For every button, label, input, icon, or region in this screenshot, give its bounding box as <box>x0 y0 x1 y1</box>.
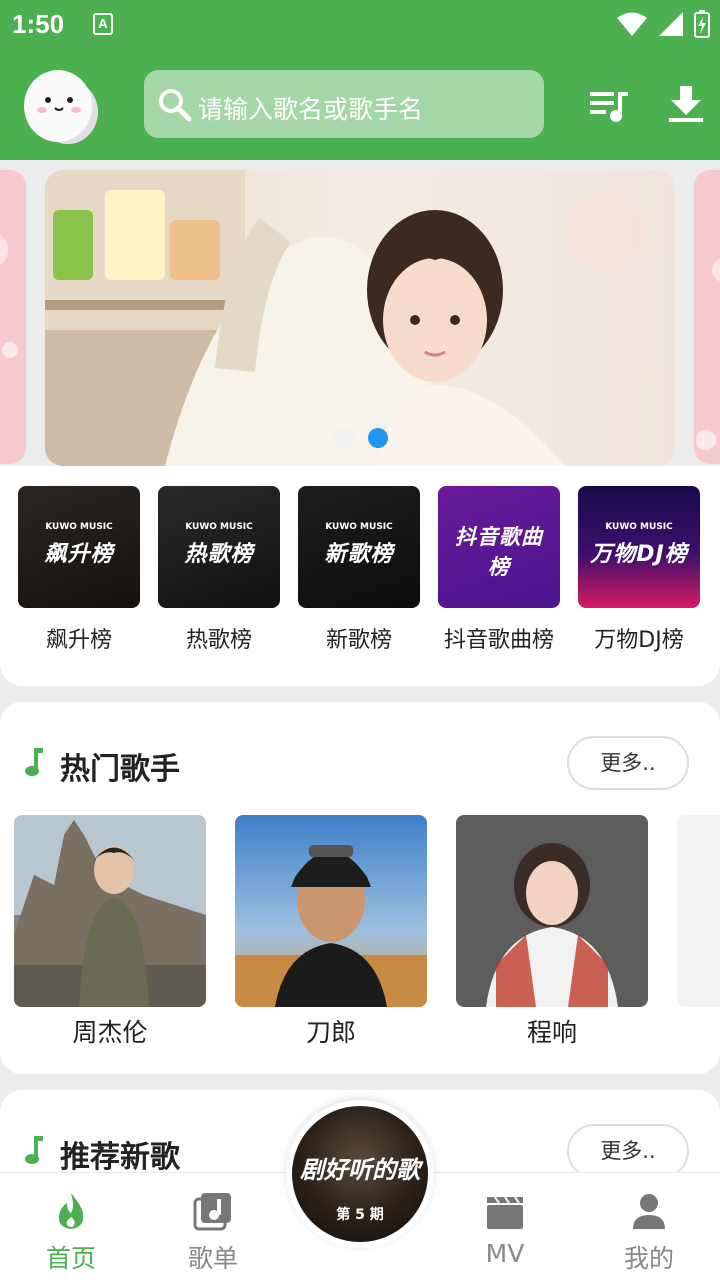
section-title: 推荐新歌 <box>60 1140 180 1175</box>
singer-photo <box>14 815 206 1007</box>
music-library-icon <box>193 1193 231 1231</box>
chart-cover-title: 万物DJ榜 <box>590 542 688 567</box>
chart-item-douyin[interactable]: 抖音歌曲榜 抖音歌曲榜 <box>438 486 560 654</box>
now-playing-episode: 第 5 期 <box>336 1207 384 1223</box>
chart-cover: KUWO MUSIC 热歌榜 <box>158 486 280 608</box>
banner-carousel[interactable] <box>0 160 720 470</box>
battery-icon <box>694 10 710 38</box>
music-note-icon <box>25 748 43 776</box>
banner-image[interactable] <box>45 170 675 466</box>
nav-mv[interactable]: MV <box>450 1191 560 1268</box>
music-note-icon <box>25 1136 43 1164</box>
banner-prev-card[interactable] <box>0 170 26 464</box>
singer-photo <box>235 815 427 1007</box>
hot-singers-section: 热门歌手 更多.. 周杰伦 刀郎 程响 <box>0 702 720 1074</box>
singer-name: 程响 <box>526 1018 577 1047</box>
search-icon <box>159 89 192 122</box>
now-playing-title: 剧好听的歌 <box>300 1156 420 1184</box>
notification-a-icon: A <box>93 13 113 35</box>
chart-cover: KUWO MUSIC 飙升榜 <box>18 486 140 608</box>
chart-label: 飙升榜 <box>45 628 112 653</box>
section-title: 热门歌手 <box>60 752 180 787</box>
nav-label: 我的 <box>623 1244 674 1273</box>
now-playing-cover: 剧好听的歌 第 5 期 <box>292 1106 428 1242</box>
more-button[interactable]: 更多.. <box>567 736 689 790</box>
singer-photo <box>456 815 648 1007</box>
singer-card[interactable]: 刀郎 <box>235 815 427 1049</box>
more-button[interactable]: 更多.. <box>567 1124 689 1178</box>
clapperboard-icon <box>487 1196 523 1229</box>
person-icon <box>633 1194 665 1229</box>
app-header: 1:50 A 请输入歌名或歌手名 <box>0 0 720 160</box>
chart-item-dj[interactable]: KUWO MUSIC 万物DJ榜 万物DJ榜 <box>578 486 700 654</box>
chart-cover: KUWO MUSIC 新歌榜 <box>298 486 420 608</box>
playlist-queue-icon[interactable] <box>588 84 632 128</box>
chart-item-hot[interactable]: KUWO MUSIC 热歌榜 热歌榜 <box>158 486 280 654</box>
nav-label: MV <box>485 1239 525 1268</box>
indicator-dot-active <box>368 428 388 448</box>
singer-card[interactable]: 周杰伦 <box>14 815 206 1049</box>
chart-cover: 抖音歌曲榜 <box>438 486 560 608</box>
singer-name: 周杰伦 <box>72 1018 148 1047</box>
chart-cover-title: 飙升榜 <box>44 542 114 567</box>
status-time: 1:50 <box>12 9 65 39</box>
chart-cover: KUWO MUSIC 万物DJ榜 <box>578 486 700 608</box>
chart-label: 万物DJ榜 <box>594 628 684 653</box>
flame-icon <box>58 1193 84 1229</box>
nav-home[interactable]: 首页 <box>16 1191 126 1275</box>
chart-cover-title: 抖音歌曲榜 <box>455 525 543 579</box>
search-placeholder: 请输入歌名或歌手名 <box>198 95 424 124</box>
chart-label: 热歌榜 <box>185 628 252 653</box>
app-logo-icon[interactable] <box>20 64 102 146</box>
chart-cover-brand: KUWO MUSIC <box>45 522 113 532</box>
chart-cover-title: 热歌榜 <box>184 542 254 567</box>
chart-cover-brand: KUWO MUSIC <box>325 522 393 532</box>
signal-icon <box>659 12 683 36</box>
singer-name: 刀郎 <box>305 1018 356 1047</box>
search-box[interactable]: 请输入歌名或歌手名 <box>144 70 544 138</box>
singer-card-partial[interactable] <box>677 815 720 1007</box>
chart-item-soaring[interactable]: KUWO MUSIC 飙升榜 飙升榜 <box>18 486 140 654</box>
chart-item-new[interactable]: KUWO MUSIC 新歌榜 新歌榜 <box>298 486 420 654</box>
status-bar: 1:50 A <box>0 0 720 50</box>
chart-cover-title: 新歌榜 <box>324 542 394 567</box>
download-icon[interactable] <box>664 82 708 126</box>
chart-label: 新歌榜 <box>325 628 392 653</box>
singer-card[interactable]: 程响 <box>456 815 648 1049</box>
nav-mine[interactable]: 我的 <box>594 1191 704 1275</box>
nav-label: 歌单 <box>187 1244 238 1273</box>
singer-photo <box>677 815 720 1007</box>
nav-label: 首页 <box>45 1244 96 1273</box>
nav-playlist[interactable]: 歌单 <box>158 1191 268 1275</box>
charts-row: KUWO MUSIC 飙升榜 飙升榜 KUWO MUSIC 热歌榜 热歌榜 KU… <box>0 466 720 686</box>
chart-cover-brand: KUWO MUSIC <box>185 522 253 532</box>
chart-label: 抖音歌曲榜 <box>443 628 554 653</box>
indicator-dot <box>334 428 354 448</box>
banner-next-card[interactable] <box>694 170 720 464</box>
now-playing-disc[interactable]: 剧好听的歌 第 5 期 <box>286 1100 434 1248</box>
wifi-icon <box>617 12 647 36</box>
banner-indicator <box>334 428 388 448</box>
chart-cover-brand: KUWO MUSIC <box>605 522 673 532</box>
system-icons <box>616 10 710 38</box>
